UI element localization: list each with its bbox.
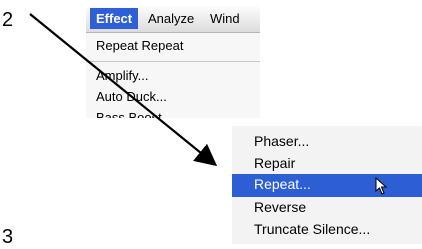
arrow-pointer-icon [375,176,388,195]
pointer-arrow [29,13,218,167]
annotation-overlay [29,13,388,195]
